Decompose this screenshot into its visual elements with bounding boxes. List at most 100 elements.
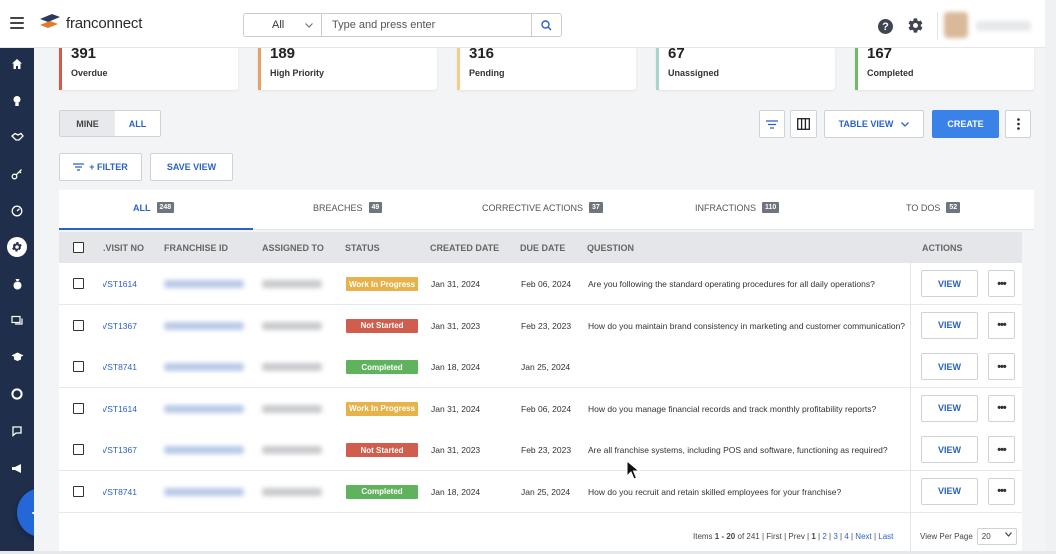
summary-card-unassigned[interactable]: 67 Unassigned xyxy=(656,48,835,90)
per-page-select[interactable]: 20 xyxy=(976,528,1017,545)
visit-number-link[interactable]: VST1614 xyxy=(103,404,137,414)
col-franchise-id[interactable]: FRANCHISE ID xyxy=(164,243,228,253)
gauge-icon[interactable] xyxy=(7,201,27,221)
summary-card-pending[interactable]: 316 Pending xyxy=(457,48,636,90)
table-view-dropdown[interactable]: TABLE VIEW xyxy=(824,110,924,138)
help-icon[interactable]: ? xyxy=(878,19,893,34)
status-badge: Completed xyxy=(346,360,418,374)
search-button[interactable] xyxy=(531,14,561,36)
tab-corrective-actions[interactable]: CORRECTIVE ACTIONS 37 xyxy=(482,202,603,213)
tab-all[interactable]: ALL 248 xyxy=(133,202,175,213)
status-badge: Work In Progress xyxy=(346,401,418,416)
franconnect-logo[interactable]: franconnect xyxy=(38,13,142,33)
pagination-range: 1 - 20 xyxy=(714,532,736,541)
chevron-down-icon xyxy=(305,22,313,28)
assignee-redacted xyxy=(262,363,322,371)
row-checkbox[interactable] xyxy=(73,278,84,289)
due-date: Jan 25, 2024 xyxy=(521,362,571,372)
search-scope-select[interactable]: All xyxy=(244,14,322,36)
pagination-page-2[interactable]: 2 xyxy=(822,532,826,541)
handshake-icon[interactable] xyxy=(7,127,27,147)
table-row[interactable]: VST1614 Work In Progress Jan 31, 2024 Feb 0… xyxy=(59,263,1022,305)
row-checkbox[interactable] xyxy=(73,319,84,331)
visit-number-link[interactable]: VST8741 xyxy=(103,487,137,497)
pagination-page-3[interactable]: 3 xyxy=(833,532,837,541)
money-bag-icon[interactable] xyxy=(7,274,27,294)
operations-gear-icon[interactable] xyxy=(7,237,27,257)
top-bar: franconnect All ? xyxy=(0,0,1045,48)
pagination-last[interactable]: Last xyxy=(878,532,893,541)
table-row[interactable]: VST1367 Not Started Jan 31, 2023 Feb 23, 20… xyxy=(59,304,1022,347)
key-icon[interactable] xyxy=(7,164,27,184)
due-date: Feb 06, 2024 xyxy=(521,279,572,289)
tab-count-badge: 110 xyxy=(762,202,780,213)
col-status[interactable]: STATUS xyxy=(345,243,380,253)
save-view-button[interactable]: SAVE VIEW xyxy=(150,153,233,181)
lifebuoy-icon[interactable] xyxy=(7,384,27,404)
table-row[interactable]: VST8741 Completed Jan 18, 2024 Jan 25, 2024… xyxy=(59,470,1022,513)
home-icon[interactable] xyxy=(7,54,27,74)
add-filter-button[interactable]: + FILTER xyxy=(59,153,142,181)
col-visit-no[interactable]: VISIT NO. xyxy=(103,243,145,253)
columns-button[interactable] xyxy=(790,110,817,138)
logo-mark-icon xyxy=(40,14,60,28)
visit-number-link[interactable]: VST1614 xyxy=(103,279,137,289)
table-view-label: TABLE VIEW xyxy=(838,119,894,129)
vertical-dots-icon xyxy=(1016,118,1020,130)
visit-number-link[interactable]: VST8741 xyxy=(103,362,137,372)
pagination-page-4[interactable]: 4 xyxy=(844,532,848,541)
tab-breaches[interactable]: BREACHES 49 xyxy=(313,202,383,213)
summary-card-high-priority[interactable]: 189 High Priority xyxy=(258,48,437,90)
pagination-first[interactable]: First xyxy=(766,532,782,541)
visit-number-link[interactable]: VST1367 xyxy=(103,321,137,331)
search-icon xyxy=(541,19,552,30)
due-date: Feb 23, 2023 xyxy=(521,320,572,331)
select-all-checkbox[interactable] xyxy=(73,242,84,253)
row-checkbox[interactable] xyxy=(73,361,84,372)
pagination-page-1[interactable]: 1 xyxy=(811,532,815,541)
assignee-redacted xyxy=(262,404,322,413)
toggle-mine[interactable]: MINE xyxy=(60,111,115,136)
pagination-next[interactable]: Next xyxy=(855,532,871,541)
franchise-id-redacted xyxy=(164,280,244,288)
toggle-all[interactable]: ALL xyxy=(115,111,160,136)
pagination-prev[interactable]: Prev xyxy=(788,532,804,541)
col-question[interactable]: QUESTION xyxy=(587,243,634,253)
table-row[interactable]: VST1614 Work In Progress Jan 31, 2024 Feb 0… xyxy=(59,387,1022,430)
create-button[interactable]: CREATE xyxy=(932,110,999,138)
search-input[interactable] xyxy=(322,14,531,36)
col-assigned-to[interactable]: ASSIGNED TO xyxy=(262,243,324,253)
tab-infractions[interactable]: INFRACTIONS 110 xyxy=(695,202,780,213)
tab-to-dos[interactable]: TO DOS 52 xyxy=(906,202,961,213)
lightbulb-icon[interactable] xyxy=(7,91,27,111)
more-options-button[interactable] xyxy=(1005,110,1031,138)
graduation-cap-icon[interactable] xyxy=(7,347,27,367)
messages-icon[interactable] xyxy=(7,311,27,331)
user-name-redacted xyxy=(976,21,1031,31)
settings-gear-icon[interactable] xyxy=(907,17,924,34)
summary-card-completed[interactable]: 167 Completed xyxy=(855,48,1034,90)
user-avatar[interactable] xyxy=(937,12,1033,40)
col-created-date[interactable]: CREATED DATE xyxy=(430,243,499,253)
summary-card-overdue[interactable]: 391 Overdue xyxy=(59,48,238,90)
col-due-date[interactable]: DUE DATE xyxy=(520,243,565,253)
due-date: Feb 23, 2023 xyxy=(521,445,572,455)
franchise-id-redacted xyxy=(164,487,244,496)
franchise-id-redacted xyxy=(164,321,244,330)
filter-lines-button[interactable] xyxy=(759,110,785,138)
table-row[interactable]: VST1367 Not Started Jan 31, 2023 Feb 23, 20… xyxy=(59,429,1022,471)
hamburger-menu-icon[interactable] xyxy=(10,17,24,29)
chat-icon[interactable] xyxy=(7,421,27,441)
table-row[interactable]: VST8741 Completed Jan 18, 2024 Jan 25, 2024… xyxy=(59,346,1022,388)
card-label: Pending xyxy=(469,68,505,78)
row-checkbox[interactable] xyxy=(73,485,84,497)
logo-text: franconnect xyxy=(66,14,143,32)
card-accent xyxy=(258,48,261,90)
megaphone-icon[interactable] xyxy=(7,458,27,478)
filter-icon xyxy=(73,163,85,171)
row-checkbox[interactable] xyxy=(73,402,84,414)
row-checkbox[interactable] xyxy=(73,444,84,455)
actions-column-divider xyxy=(910,232,1022,554)
visit-number-link[interactable]: VST1367 xyxy=(103,445,137,455)
window-edge xyxy=(1045,0,1056,554)
